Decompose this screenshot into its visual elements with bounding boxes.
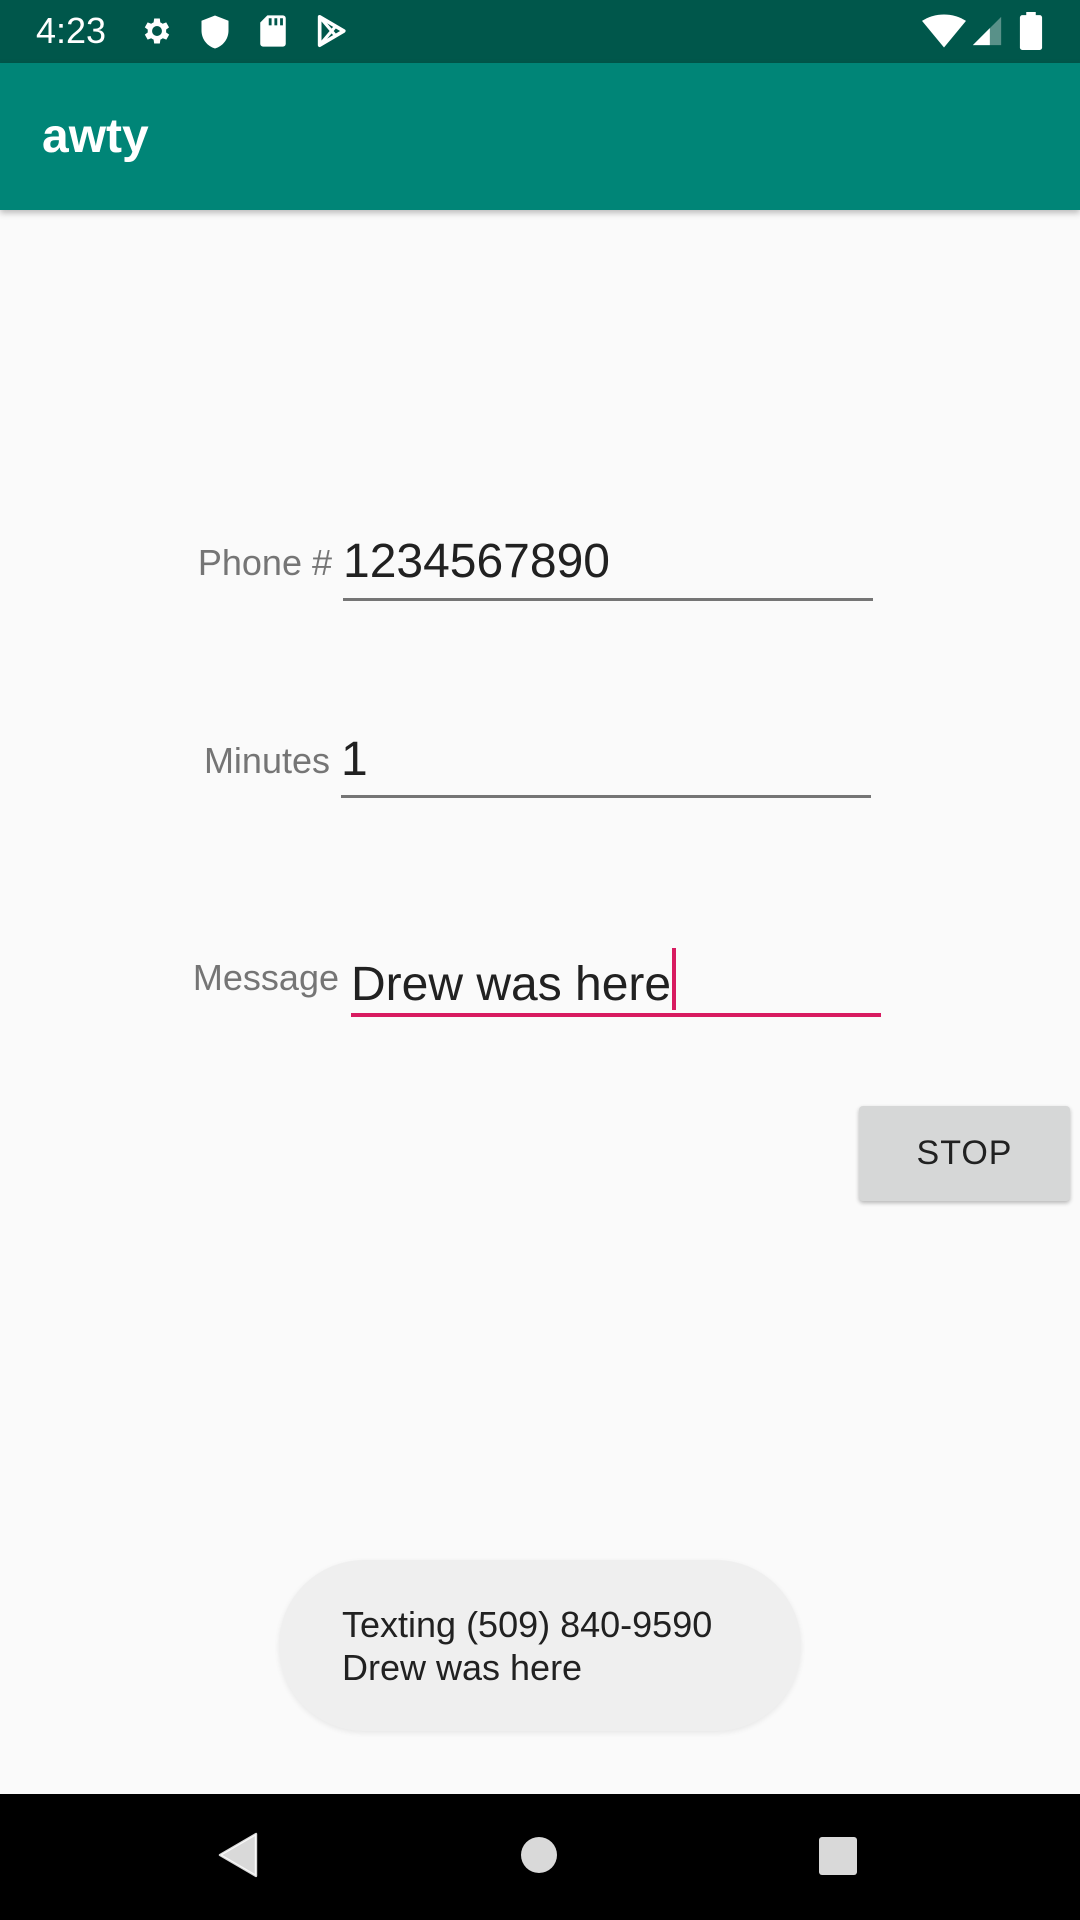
cell-signal-icon bbox=[972, 16, 1002, 46]
sd-card-icon bbox=[260, 15, 286, 47]
message-input[interactable]: Drew was here bbox=[351, 948, 881, 1014]
toast-line-2: Drew was here bbox=[342, 1647, 583, 1688]
app-title: awty bbox=[42, 110, 149, 163]
shield-icon bbox=[201, 15, 229, 49]
play-store-icon bbox=[317, 14, 346, 48]
gear-icon bbox=[144, 18, 170, 44]
minutes-label: Minutes bbox=[203, 740, 330, 781]
minutes-input-underline bbox=[341, 795, 871, 798]
message-input-underline bbox=[351, 1013, 881, 1017]
toast-message: Texting (509) 840-9590 Drew was here bbox=[342, 1603, 712, 1689]
message-label: Message bbox=[192, 957, 339, 998]
minutes-input[interactable]: 1 bbox=[341, 731, 871, 789]
battery-icon bbox=[1019, 12, 1043, 50]
phone-input-underline bbox=[343, 598, 873, 601]
home-icon[interactable] bbox=[520, 1836, 558, 1874]
stop-button[interactable]: STOP bbox=[859, 1106, 1070, 1201]
text-cursor bbox=[672, 948, 677, 1010]
navigation-bar bbox=[0, 1794, 1080, 1920]
toast: Texting (509) 840-9590 Drew was here bbox=[279, 1560, 801, 1731]
message-input-text: Drew was here bbox=[351, 958, 672, 1011]
recents-icon[interactable] bbox=[818, 1836, 858, 1876]
phone-label: Phone # bbox=[197, 542, 332, 583]
wifi-icon bbox=[922, 14, 966, 48]
status-bar: 4:23 bbox=[0, 0, 1080, 63]
app-bar: awty bbox=[0, 63, 1080, 210]
status-time: 4:23 bbox=[36, 10, 107, 51]
phone-input[interactable]: 1234567890 bbox=[343, 533, 873, 591]
toast-line-1: Texting (509) 840-9590 bbox=[342, 1604, 713, 1645]
back-icon[interactable] bbox=[218, 1832, 258, 1878]
